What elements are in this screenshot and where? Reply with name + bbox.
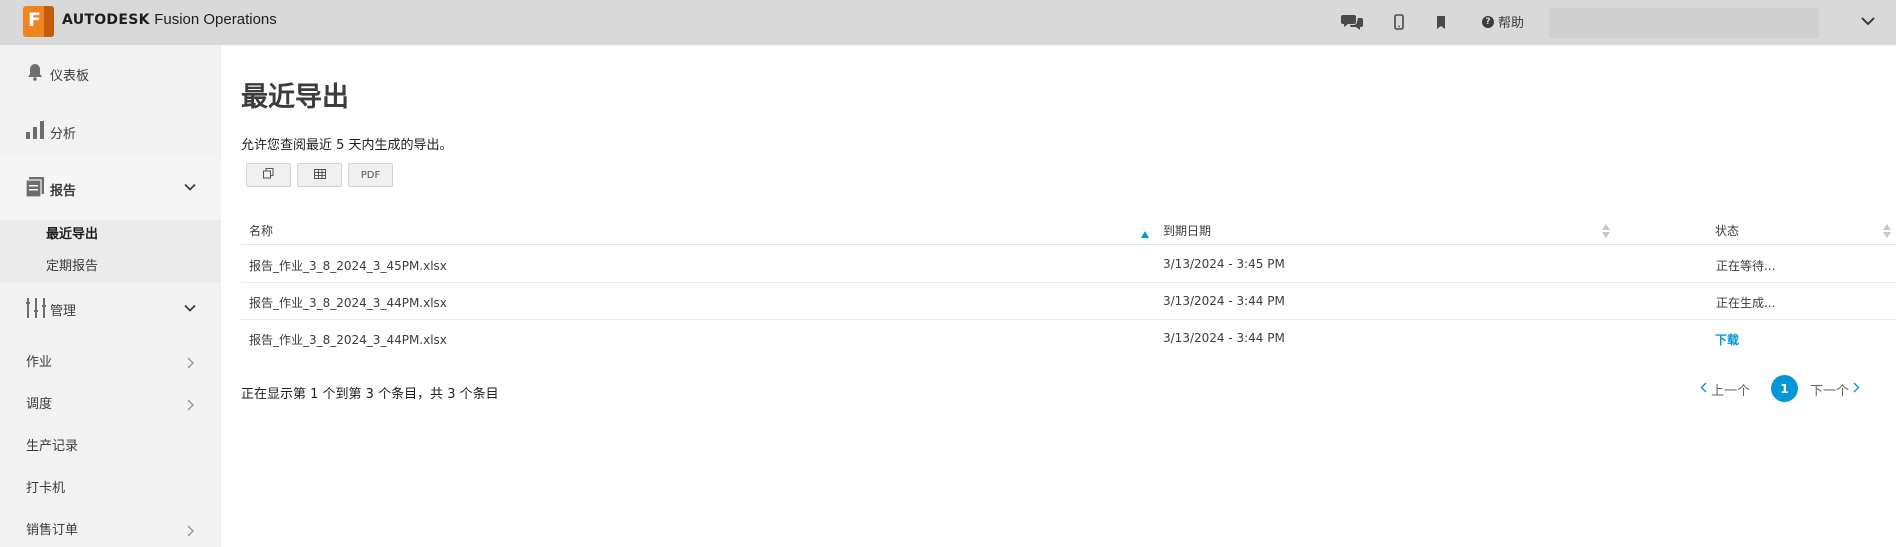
sidebar-item-label: 仪表板: [50, 68, 90, 84]
sidebar-item-jobs[interactable]: 作业: [26, 351, 52, 370]
brand-name: AUTODESK Fusion Operations: [62, 11, 277, 28]
sidebar-item-dashboard[interactable]: 仪表板: [0, 45, 221, 103]
cell-due-date: 3/13/2024 - 3:44 PM: [1163, 331, 1285, 345]
pdf-export-button[interactable]: PDF: [348, 163, 393, 187]
cell-status: 正在生成...: [1716, 296, 1776, 310]
sidebar-item-reports[interactable]: 报告: [0, 158, 221, 220]
download-link[interactable]: 下载: [1715, 331, 1739, 348]
sidebar-subitem-recent-exports[interactable]: 最近导出: [46, 223, 98, 242]
sort-icon[interactable]: [1602, 223, 1610, 242]
brand-company: AUTODESK: [62, 12, 150, 28]
table-row: 报告_作业_3_8_2024_3_45PM.xlsx 3/13/2024 - 3…: [241, 246, 1896, 283]
cell-due-date: 3/13/2024 - 3:44 PM: [1163, 294, 1285, 308]
chevron-down-icon: [184, 302, 196, 318]
chat-icon[interactable]: [1340, 10, 1364, 34]
table-info: 正在显示第 1 个到第 3 个条目，共 3 个条目: [241, 387, 499, 402]
copy-button[interactable]: [246, 163, 291, 187]
chevron-right-icon: [186, 396, 195, 415]
account-menu[interactable]: [1549, 8, 1819, 38]
page-title: 最近导出: [241, 82, 349, 113]
sidebar-item-sales-orders[interactable]: 销售订单: [26, 519, 78, 538]
bar-chart-icon: [26, 121, 44, 143]
sidebar-item-time-clock[interactable]: 打卡机: [26, 477, 65, 496]
help-label: 帮助: [1498, 16, 1525, 31]
chevron-down-icon: [184, 181, 196, 197]
column-header-name[interactable]: 名称: [249, 222, 273, 239]
sort-ascending-icon[interactable]: [1141, 223, 1149, 242]
table-icon: [313, 168, 326, 182]
cell-name: 报告_作业_3_8_2024_3_45PM.xlsx: [249, 259, 447, 273]
chevron-down-icon[interactable]: [1860, 13, 1876, 33]
top-bar: F AUTODESK Fusion Operations ? 帮助: [0, 0, 1896, 45]
chevron-right-icon: [1853, 382, 1860, 397]
pagination-previous[interactable]: 上一个: [1700, 380, 1750, 399]
cell-due-date: 3/13/2024 - 3:45 PM: [1163, 257, 1285, 271]
sidebar-subitem-scheduled-reports[interactable]: 定期报告: [46, 255, 98, 274]
table-header: 名称 到期日期 状态: [241, 213, 1896, 245]
report-icon: [25, 177, 44, 201]
sidebar-item-production-records[interactable]: 生产记录: [26, 435, 78, 454]
chevron-right-icon: [186, 522, 195, 541]
sidebar-item-management[interactable]: 管理: [0, 282, 221, 337]
sidebar-item-label: 报告: [50, 183, 77, 199]
pagination-previous-label: 上一个: [1711, 384, 1751, 399]
help-link[interactable]: ? 帮助: [1482, 12, 1524, 31]
cell-name: 报告_作业_3_8_2024_3_44PM.xlsx: [249, 333, 447, 347]
table-row: 报告_作业_3_8_2024_3_44PM.xlsx 3/13/2024 - 3…: [241, 283, 1896, 320]
column-header-status[interactable]: 状态: [1715, 222, 1739, 239]
help-icon: ?: [1482, 15, 1494, 28]
bell-icon: [26, 63, 44, 85]
pagination-next-label: 下一个: [1810, 384, 1850, 399]
fusion-logo[interactable]: F: [23, 6, 54, 37]
logo-letter: F: [28, 9, 41, 31]
sidebar: 仪表板 分析 报告 最近导出 定期报告 管理 作业 调度 生产记录 打卡机 销售…: [0, 45, 221, 547]
column-header-due-date[interactable]: 到期日期: [1163, 222, 1211, 239]
cell-name: 报告_作业_3_8_2024_3_44PM.xlsx: [249, 296, 447, 310]
bookmark-icon[interactable]: [1433, 10, 1449, 34]
sidebar-item-scheduling[interactable]: 调度: [26, 393, 52, 412]
brand-product: Fusion Operations: [154, 11, 277, 28]
page-description: 允许您查阅最近 5 天内生成的导出。: [241, 138, 453, 153]
reports-group: 报告 最近导出 定期报告: [0, 158, 221, 282]
main-content: 最近导出 允许您查阅最近 5 天内生成的导出。 PDF 名称 到期日期 状态 报…: [221, 45, 1896, 547]
chevron-left-icon: [1700, 382, 1707, 397]
table-row: 报告_作业_3_8_2024_3_44PM.xlsx 3/13/2024 - 3…: [241, 320, 1896, 357]
pagination-next[interactable]: 下一个: [1810, 380, 1860, 399]
sidebar-item-label: 管理: [50, 304, 77, 319]
sidebar-item-label: 分析: [50, 126, 77, 142]
cell-status: 正在等待...: [1716, 259, 1776, 273]
excel-export-button[interactable]: [297, 163, 342, 187]
sort-icon[interactable]: [1883, 223, 1891, 242]
mobile-icon[interactable]: [1391, 10, 1407, 34]
chevron-right-icon: [186, 354, 195, 373]
sliders-icon: [26, 297, 46, 322]
pagination-page-current[interactable]: 1: [1771, 375, 1798, 402]
sidebar-item-analysis[interactable]: 分析: [0, 103, 221, 161]
copy-icon: [263, 168, 274, 182]
